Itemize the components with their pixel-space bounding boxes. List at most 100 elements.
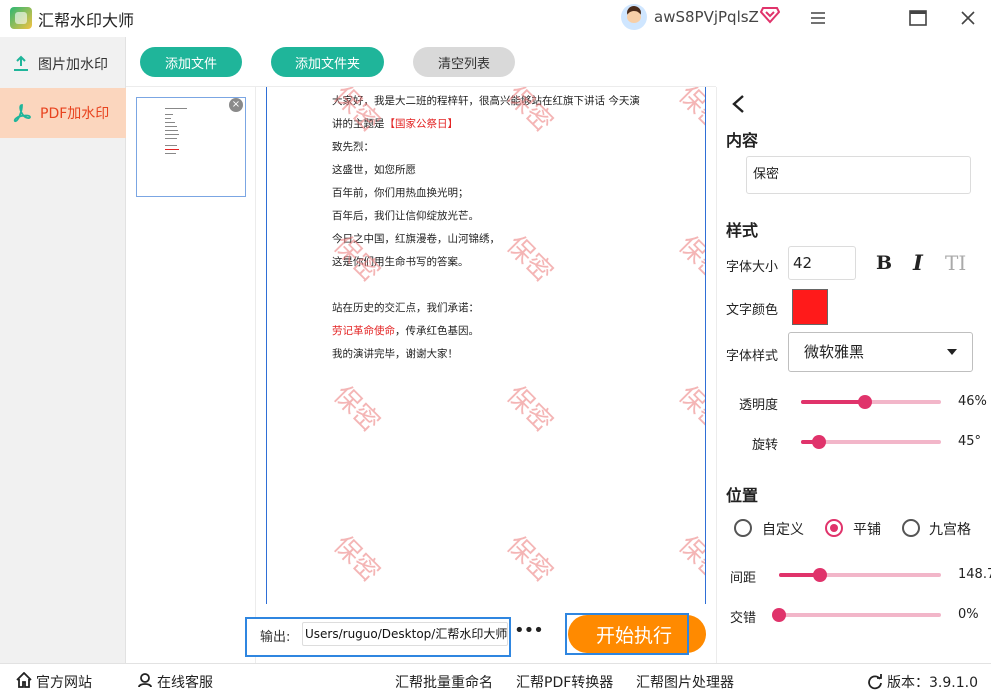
image-processor-link[interactable]: 汇帮图片处理器 [636, 672, 734, 692]
online-service-link[interactable]: 在线客服 [157, 672, 213, 692]
document-line: 今日之中国，红旗漫卷，山河锦绣， [332, 233, 500, 245]
thumbnail-text-line [165, 108, 187, 109]
document-line: 站在历史的交汇点，我们承诺： [332, 302, 479, 314]
text-color-label: 文字颜色 [726, 303, 779, 318]
watermark-text: 保密 [672, 380, 706, 439]
sidebar-item-label: 图片加水印 [38, 57, 108, 73]
stagger-slider[interactable] [772, 608, 941, 622]
watermark-text: 保密 [327, 380, 386, 439]
clear-list-button[interactable]: 清空列表 [413, 47, 515, 77]
font-style-select[interactable]: 微软雅黑 [788, 332, 973, 372]
window-maximize-icon[interactable] [908, 8, 928, 28]
batch-rename-link[interactable]: 汇帮批量重命名 [395, 672, 493, 692]
rotation-label: 旋转 [752, 438, 779, 453]
pdf-preview: 大家好，我是大二班的程梓轩，很高兴能够站在红旗下讲话 今天演 讲的主题是【国家公… [266, 87, 706, 604]
home-icon [16, 672, 32, 688]
position-radio-tile-label[interactable]: 平铺 [853, 519, 881, 539]
rotation-slider-thumb[interactable] [811, 435, 826, 449]
output-label: 输出: [260, 630, 291, 645]
document-line: 大家好，我是大二班的程梓轩，很高兴能够站在红旗下讲话 今天演 [332, 95, 640, 107]
acrobat-icon [13, 104, 31, 123]
document-line: 讲的主题是【国家公祭日】 [332, 118, 458, 130]
refresh-icon[interactable] [867, 674, 883, 690]
chevron-left-icon[interactable] [730, 94, 748, 114]
font-style-label: 字体样式 [726, 349, 779, 364]
sidebar-item-pdf-watermark[interactable]: PDF加水印 [0, 88, 126, 138]
thumbnail-text-line [165, 138, 177, 139]
thumbnail-text-line [165, 145, 177, 146]
pdf-converter-link[interactable]: 汇帮PDF转换器 [516, 672, 613, 692]
chevron-down-icon [947, 349, 957, 355]
user-name[interactable]: awS8PVjPqlsZ [654, 8, 759, 26]
content-section-title: 内容 [726, 131, 759, 150]
add-folder-button[interactable]: 添加文件夹 [271, 47, 384, 77]
stagger-value: 0% [958, 607, 979, 622]
text-format-button[interactable]: TI [945, 251, 966, 275]
file-thumbnail[interactable] [136, 97, 246, 197]
thumbnail-text-line [165, 114, 173, 115]
rotation-value: 45° [958, 434, 982, 449]
opacity-slider-fill [801, 400, 866, 404]
app-logo-icon [10, 7, 32, 29]
position-radio-custom[interactable] [734, 519, 752, 537]
font-size-input[interactable]: 42 [788, 246, 856, 280]
spacing-slider-thumb[interactable] [812, 568, 827, 582]
watermark-text: 保密 [500, 380, 559, 439]
watermark-text: 保密 [327, 530, 386, 589]
bold-button[interactable]: B [876, 252, 892, 274]
browse-more-button[interactable]: ••• [514, 620, 544, 641]
document-line: 这是你们用生命书写的答案。 [332, 256, 469, 268]
hamburger-icon[interactable] [808, 8, 828, 28]
text-color-swatch[interactable] [792, 289, 828, 325]
run-button-highlight [565, 613, 689, 655]
sidebar: 图片加水印 PDF加水印 [0, 37, 126, 663]
spacing-slider[interactable] [779, 568, 941, 582]
opacity-slider[interactable] [801, 395, 941, 409]
close-icon[interactable] [958, 8, 978, 28]
version-label: 版本：3.9.1.0 [887, 675, 978, 691]
document-line: 我的演讲完毕，谢谢大家！ [332, 348, 458, 360]
user-avatar[interactable] [621, 4, 647, 30]
watermark-text: 保密 [500, 230, 559, 289]
document-line: 百年前，你们用热血换光明； [332, 187, 469, 199]
watermark-text: 保密 [672, 230, 706, 289]
position-radio-custom-label[interactable]: 自定义 [762, 519, 804, 539]
spacing-value: 148.7 [958, 567, 991, 582]
opacity-value: 46% [958, 394, 987, 409]
watermark-text: 保密 [500, 530, 559, 589]
title-bar [0, 0, 991, 36]
diamond-icon[interactable] [760, 6, 780, 24]
watermark-content-input[interactable]: 保密 [746, 156, 971, 194]
italic-button[interactable]: I [913, 250, 923, 275]
position-radio-grid-label[interactable]: 九宫格 [929, 519, 971, 539]
thumbnail-text-line [165, 126, 177, 127]
position-radio-grid[interactable] [902, 519, 920, 537]
position-radio-tile[interactable] [825, 519, 843, 537]
document-line: 这盛世，如您所愿 [332, 164, 416, 176]
stagger-slider-thumb[interactable] [772, 608, 786, 622]
headset-icon [138, 673, 152, 688]
official-website-link[interactable]: 官方网站 [36, 672, 92, 692]
list-divider [255, 87, 256, 663]
thumbnail-text-line [165, 134, 179, 135]
app-title: 汇帮水印大师 [38, 11, 135, 30]
rotation-slider[interactable] [801, 435, 941, 449]
thumbnail-text-line [165, 149, 179, 150]
thumbnail-text-line [165, 153, 176, 154]
stagger-label: 交错 [730, 611, 757, 626]
document-line: 百年后，我们让信仰绽放光芒。 [332, 210, 479, 222]
position-section-title: 位置 [726, 486, 759, 505]
spacing-label: 间距 [730, 571, 757, 586]
watermark-text: 保密 [672, 87, 706, 139]
remove-file-close-icon[interactable]: × [229, 98, 243, 112]
document-line: 劳记革命使命，传承红色基因。 [332, 325, 479, 337]
thumbnail-text-line [165, 118, 171, 119]
sidebar-item-image-watermark[interactable]: 图片加水印 [0, 39, 126, 89]
output-path-input[interactable]: Users/ruguo/Desktop/汇帮水印大师 [302, 622, 508, 646]
upload-icon [14, 55, 28, 71]
thumbnail-text-line [165, 122, 175, 123]
style-section-title: 样式 [726, 221, 759, 240]
thumbnail-text-line [165, 130, 178, 131]
add-file-button[interactable]: 添加文件 [140, 47, 242, 77]
document-line: 致先烈： [332, 141, 374, 153]
